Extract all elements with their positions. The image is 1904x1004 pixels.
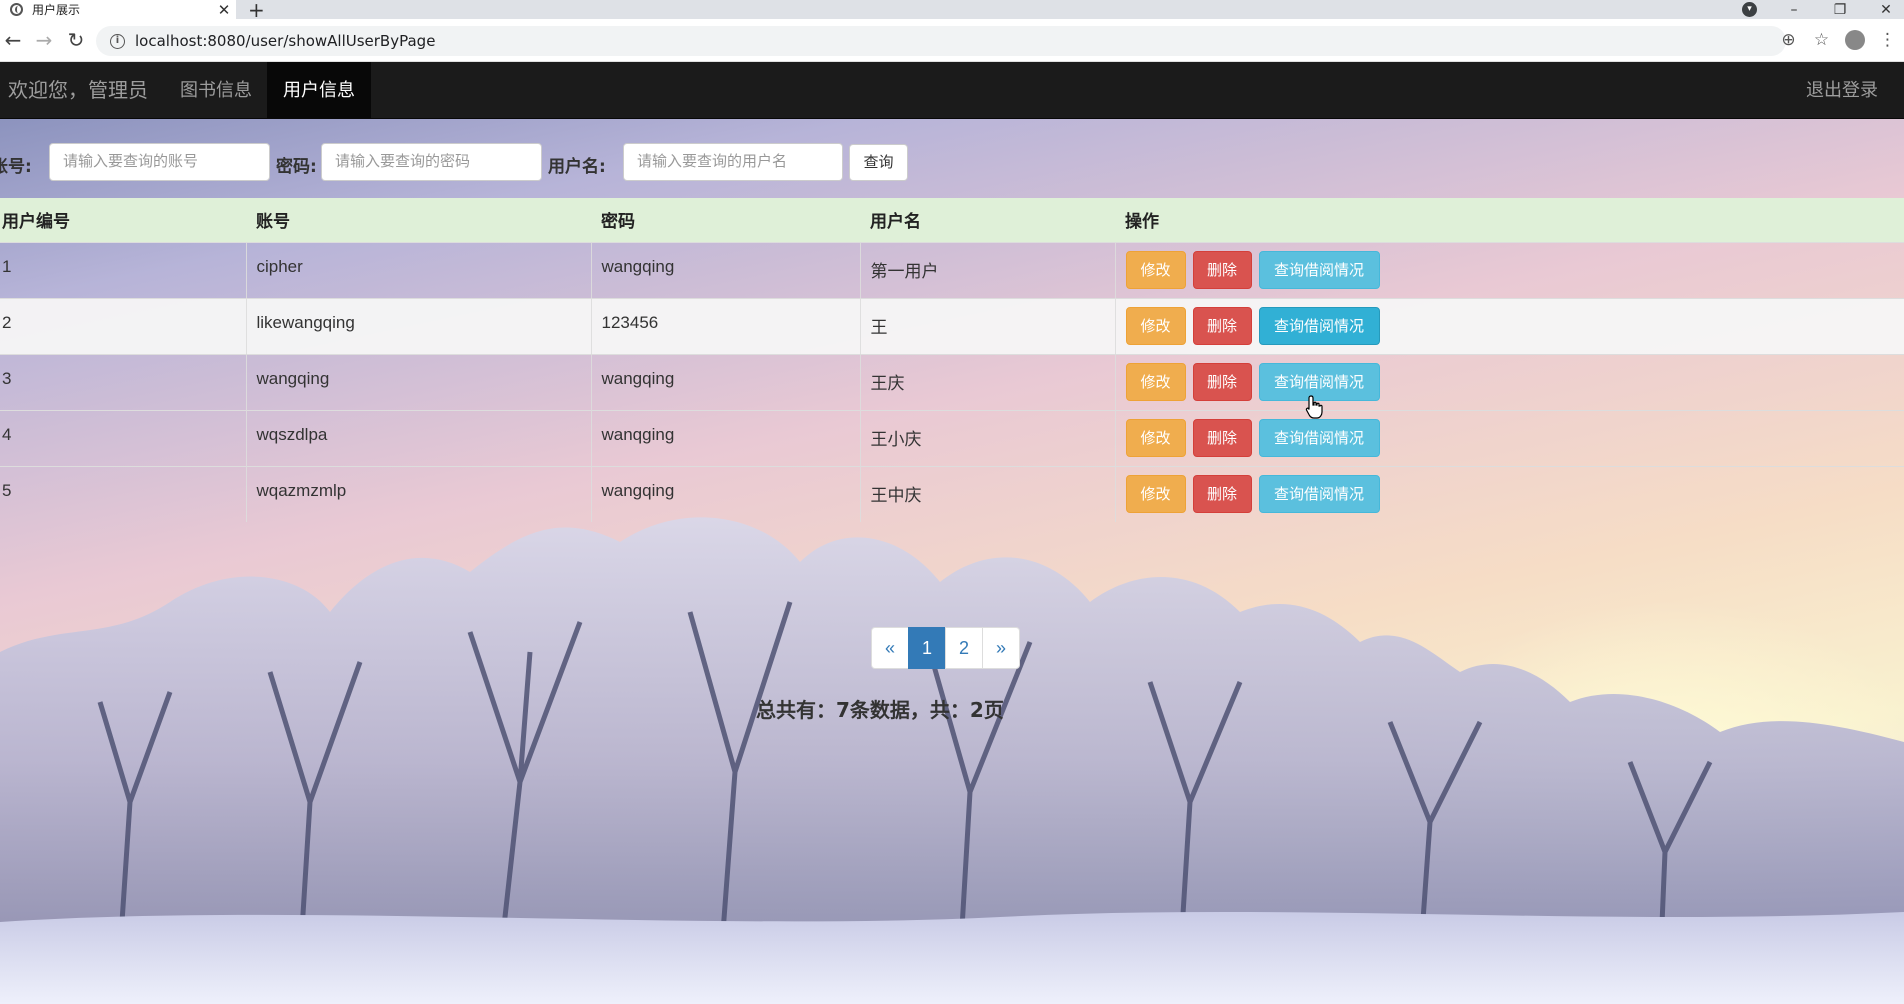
tab-search-icon[interactable]: ▾ — [1742, 2, 1757, 17]
header-user-id: 用户编号 — [0, 198, 246, 242]
cell-password: wangqing — [590, 465, 860, 522]
winter-trees-background-image — [0, 517, 1904, 1004]
cell-username: 王 — [859, 297, 1115, 354]
view-borrow-button[interactable]: 查询借阅情况 — [1258, 250, 1380, 289]
account-label: 账号: — [0, 157, 32, 177]
mouse-pointer-hand-icon — [1305, 395, 1323, 419]
delete-button[interactable]: 删除 — [1192, 418, 1252, 457]
delete-button[interactable]: 删除 — [1192, 362, 1252, 401]
edit-button[interactable]: 修改 — [1125, 418, 1186, 457]
query-button[interactable]: 查询 — [849, 144, 908, 181]
cell-account: cipher — [245, 241, 591, 298]
welcome-brand[interactable]: 欢迎您，管理员 — [8, 62, 148, 119]
reload-icon[interactable]: ↻ — [63, 27, 89, 53]
url-text: localhost:8080/user/showAllUserByPage — [135, 32, 436, 50]
cell-password: wanqging — [590, 409, 860, 466]
cell-user-id: 1 — [0, 241, 246, 298]
cell-actions: 修改 删除 查询借阅情况 — [1114, 465, 1904, 522]
bookmark-star-icon[interactable]: ☆ — [1805, 27, 1838, 53]
delete-button[interactable]: 删除 — [1192, 250, 1252, 289]
cell-account: likewangqing — [245, 297, 591, 354]
nav-book-info[interactable]: 图书信息 — [164, 62, 268, 119]
cell-actions: 修改 删除 查询借阅情况 — [1114, 297, 1904, 354]
record-summary: 总共有：7条数据，共：2页 — [756, 698, 1004, 722]
info-icon[interactable]: i — [110, 33, 125, 49]
menu-dots-icon[interactable]: ⋮ — [1871, 27, 1904, 53]
username-label: 用户名: — [548, 157, 606, 177]
table-row: 2 likewangqing 123456 王 修改 删除 查询借阅情况 — [0, 297, 1904, 354]
cell-username: 第一用户 — [859, 241, 1115, 298]
delete-button[interactable]: 删除 — [1192, 306, 1252, 345]
next-page-button[interactable]: » — [982, 627, 1020, 669]
close-window-icon[interactable]: ✕ — [1863, 0, 1904, 19]
username-search-input[interactable]: 请输入要查询的用户名 — [623, 143, 843, 181]
user-table: 用户编号 账号 密码 用户名 操作 1 cipher wangqing 第一用户… — [0, 198, 1904, 522]
cell-user-id: 2 — [0, 297, 246, 354]
cell-password: 123456 — [590, 297, 860, 354]
page-viewport: 欢迎您，管理员 图书信息 用户信息 退出登录 账号: 请输入要查询的账号 密码:… — [0, 62, 1904, 1004]
cell-username: 王中庆 — [859, 465, 1115, 522]
back-arrow-icon[interactable]: ← — [0, 27, 26, 53]
cell-user-id: 5 — [0, 465, 246, 522]
cell-user-id: 3 — [0, 353, 246, 410]
table-row: 3 wangqing wangqing 王庆 修改 删除 查询借阅情况 — [0, 353, 1904, 410]
table-row: 5 wqazmzmlp wangqing 王中庆 修改 删除 查询借阅情况 — [0, 465, 1904, 522]
zoom-icon[interactable]: ⊕ — [1772, 27, 1805, 53]
view-borrow-button[interactable]: 查询借阅情况 — [1258, 306, 1380, 345]
prev-page-button[interactable]: « — [871, 627, 909, 669]
restore-icon[interactable]: ❐ — [1817, 0, 1863, 19]
cell-user-id: 4 — [0, 409, 246, 466]
cell-account: wangqing — [245, 353, 591, 410]
nav-user-info[interactable]: 用户信息 — [267, 62, 371, 119]
forward-arrow-icon[interactable]: → — [31, 27, 57, 53]
cell-account: wqazmzmlp — [245, 465, 591, 522]
cell-username: 王小庆 — [859, 409, 1115, 466]
browser-tab[interactable]: 用户展示 ✕ — [0, 0, 236, 19]
header-actions: 操作 — [1115, 198, 1904, 242]
page-1-button[interactable]: 1 — [908, 627, 946, 669]
top-navbar: 欢迎您，管理员 图书信息 用户信息 退出登录 — [0, 62, 1904, 119]
edit-button[interactable]: 修改 — [1125, 474, 1186, 513]
address-bar[interactable]: i localhost:8080/user/showAllUserByPage — [96, 26, 1786, 56]
view-borrow-button[interactable]: 查询借阅情况 — [1258, 474, 1380, 513]
cell-actions: 修改 删除 查询借阅情况 — [1114, 409, 1904, 466]
password-search-input[interactable]: 请输入要查询的密码 — [321, 143, 542, 181]
header-username: 用户名 — [860, 198, 1115, 242]
delete-button[interactable]: 删除 — [1192, 474, 1252, 513]
logout-link[interactable]: 退出登录 — [1806, 62, 1878, 119]
cell-password: wangqing — [590, 241, 860, 298]
view-borrow-button[interactable]: 查询借阅情况 — [1258, 418, 1380, 457]
table-row: 1 cipher wangqing 第一用户 修改 删除 查询借阅情况 — [0, 241, 1904, 298]
cell-account: wqszdlpa — [245, 409, 591, 466]
password-label: 密码: — [276, 157, 317, 177]
edit-button[interactable]: 修改 — [1125, 306, 1186, 345]
tab-title: 用户展示 — [32, 3, 81, 17]
cell-username: 王庆 — [859, 353, 1115, 410]
browser-toolbar: ← → ↻ i localhost:8080/user/showAllUserB… — [0, 19, 1904, 62]
table-header-row: 用户编号 账号 密码 用户名 操作 — [0, 198, 1904, 242]
page-2-button[interactable]: 2 — [945, 627, 983, 669]
header-password: 密码 — [591, 198, 860, 242]
search-form: 账号: 请输入要查询的账号 密码: 请输入要查询的密码 用户名: 请输入要查询的… — [0, 143, 1904, 182]
minimize-icon[interactable]: – — [1771, 0, 1817, 19]
cell-actions: 修改 删除 查询借阅情况 — [1114, 241, 1904, 298]
tab-close-icon[interactable]: ✕ — [212, 1, 236, 19]
pagination: « 1 2 » — [871, 627, 1020, 669]
globe-icon — [10, 3, 23, 16]
browser-tab-strip: 用户展示 ✕ + ▾ – ❐ ✕ — [0, 0, 1904, 22]
edit-button[interactable]: 修改 — [1125, 362, 1186, 401]
profile-avatar-icon[interactable] — [1838, 27, 1871, 53]
edit-button[interactable]: 修改 — [1125, 250, 1186, 289]
account-search-input[interactable]: 请输入要查询的账号 — [49, 143, 270, 181]
cell-password: wangqing — [590, 353, 860, 410]
header-account: 账号 — [246, 198, 591, 242]
table-row: 4 wqszdlpa wanqging 王小庆 修改 删除 查询借阅情况 — [0, 409, 1904, 466]
cell-actions: 修改 删除 查询借阅情况 — [1114, 353, 1904, 410]
toolbar-icons: ⊕ ☆ ⋮ — [1772, 27, 1904, 53]
